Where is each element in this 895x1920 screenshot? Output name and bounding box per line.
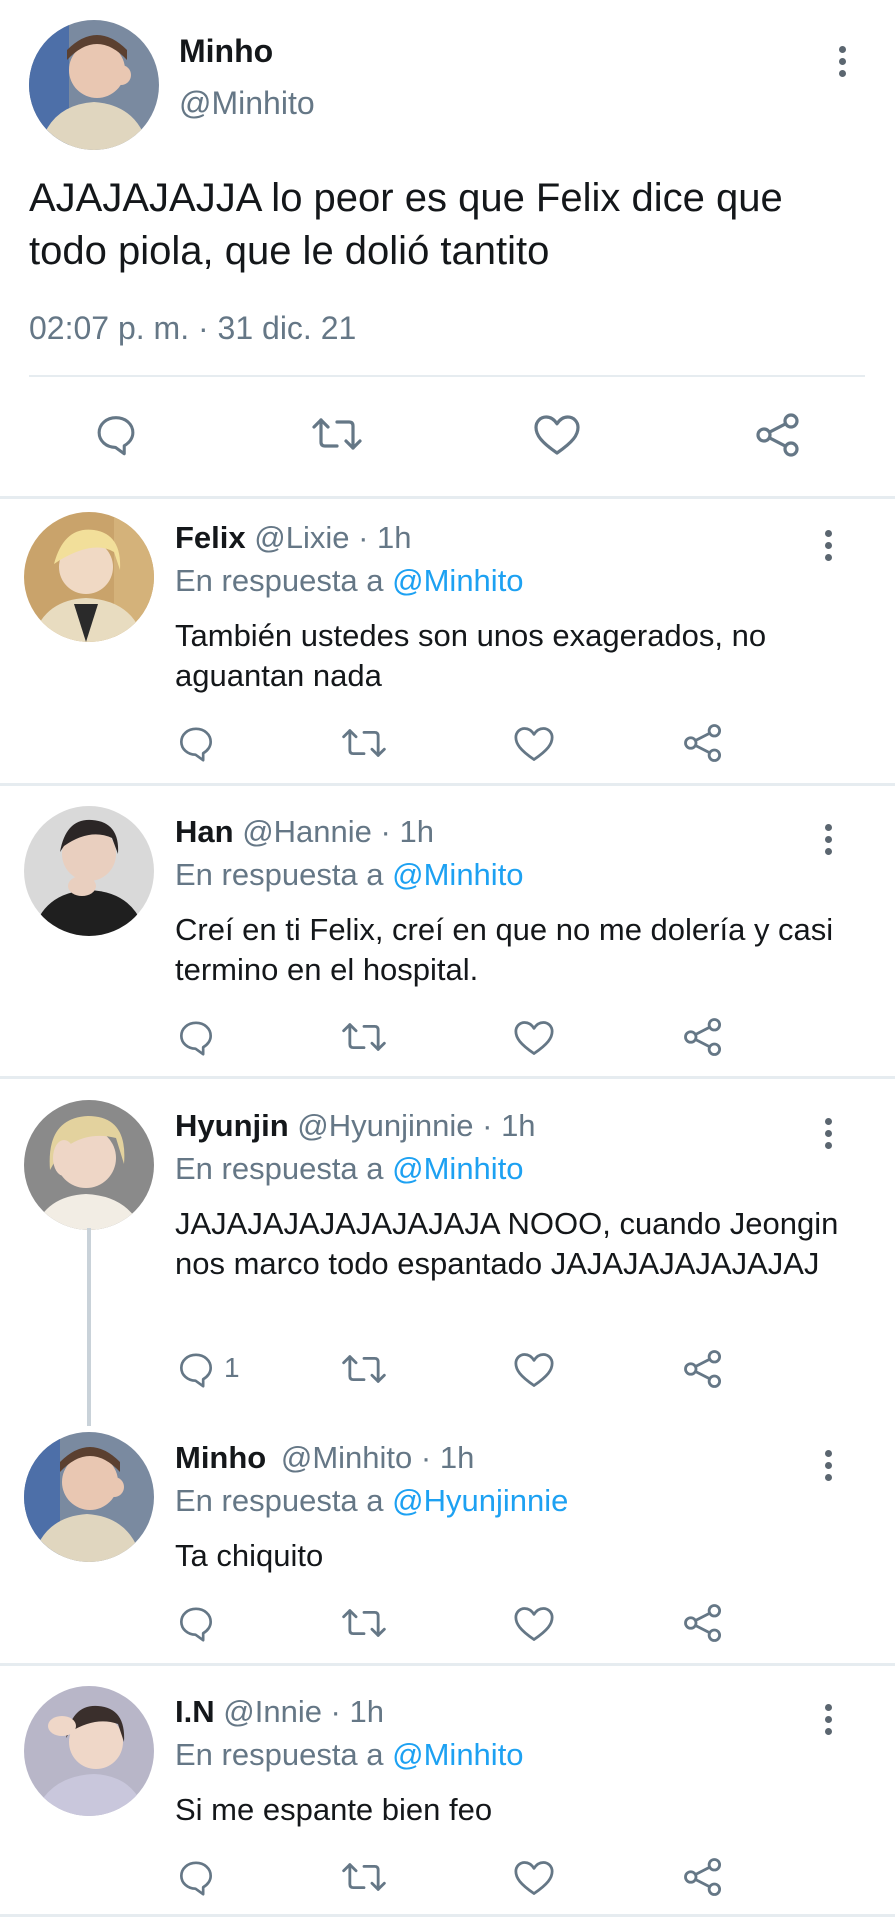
author-name[interactable]: Han [175,814,234,849]
author-handle[interactable]: @Innie · 1h [223,1694,384,1729]
reply-context: En respuesta a @Minhito [175,563,524,599]
share-icon[interactable] [682,722,724,764]
author-name[interactable]: Minho [175,1440,266,1475]
tweet-thread-page: Minho @Minhito AJAJAJAJJA lo peor es que… [0,0,895,1920]
tweet-timestamp: 02:07 p. m. · 31 dic. 21 [29,310,357,346]
author-handle[interactable]: @Minhito · 1h [281,1440,474,1475]
reply-context-label: En respuesta a [175,563,393,598]
like-icon[interactable] [513,1351,555,1389]
avatar[interactable] [24,806,154,936]
more-options-icon[interactable] [822,1450,834,1481]
like-icon[interactable] [513,1859,555,1897]
tweet-actions [0,405,895,465]
mention-link[interactable]: @Hyunjinnie [392,1483,568,1518]
reply-icon[interactable] [176,1603,216,1643]
main-tweet: Minho @Minhito AJAJAJAJJA lo peor es que… [0,0,895,497]
like-icon[interactable] [513,1019,555,1057]
more-options-icon[interactable] [822,530,834,561]
mention-link[interactable]: @Minhito [392,1737,523,1772]
reply-text: Ta chiquito [175,1538,324,1573]
reply-context-label: En respuesta a [175,1737,393,1772]
reply-text: Si me espante bien feo [175,1792,493,1827]
author-handle[interactable]: @Hannie · 1h [242,814,434,849]
share-icon[interactable] [754,411,802,459]
avatar[interactable] [24,512,154,642]
like-icon[interactable] [533,413,581,457]
divider [0,496,895,499]
share-icon[interactable] [682,1856,724,1898]
like-icon[interactable] [513,725,555,763]
author-name[interactable]: Minho [179,33,273,70]
author-name[interactable]: Felix [175,520,246,555]
like-icon[interactable] [513,1605,555,1643]
reply-context: En respuesta a @Hyunjinnie [175,1483,568,1519]
retweet-icon[interactable] [341,725,387,761]
more-options-icon[interactable] [836,46,848,77]
more-options-icon[interactable] [822,1704,834,1735]
reply-context: En respuesta a @Minhito [175,1737,524,1773]
reply-icon[interactable] [176,1017,216,1057]
mention-link[interactable]: @Minhito [392,1151,523,1186]
mention-link[interactable]: @Minhito [392,563,523,598]
divider [0,1914,895,1917]
share-icon[interactable] [682,1016,724,1058]
retweet-icon[interactable] [341,1351,387,1387]
thread-connector-line [87,1228,91,1426]
reply-text: JAJAJAJAJAJAJAJAJA NOOO, cuando Jeongin … [175,1206,839,1281]
reply-icon[interactable] [176,1857,216,1897]
retweet-icon[interactable] [311,413,363,455]
reply-context-label: En respuesta a [175,1483,393,1518]
avatar[interactable] [24,1100,154,1230]
reply-actions [0,1012,895,1062]
retweet-icon[interactable] [341,1605,387,1641]
author-handle[interactable]: @Lixie · 1h [254,520,411,555]
mention-link[interactable]: @Minhito [392,857,523,892]
retweet-icon[interactable] [341,1859,387,1895]
author-handle[interactable]: @Minhito [179,85,315,122]
reply-actions: 1 [0,1344,895,1394]
reply-context: En respuesta a @Minhito [175,1151,524,1187]
avatar[interactable] [24,1432,154,1562]
share-icon[interactable] [682,1348,724,1390]
reply-actions [0,718,895,768]
reply-context: En respuesta a @Minhito [175,857,524,893]
reply-actions [0,1852,895,1902]
author-name[interactable]: I.N [175,1694,215,1729]
reply-actions [0,1598,895,1648]
reply-text: También ustedes son unos exagerados, no … [175,618,767,693]
reply-text: Creí en ti Felix, creí en que no me dole… [175,912,834,987]
more-options-icon[interactable] [822,1118,834,1149]
divider [0,783,895,786]
divider [0,1663,895,1666]
avatar[interactable] [29,20,159,150]
divider [29,375,865,377]
author-name[interactable]: Hyunjin [175,1108,289,1143]
more-options-icon[interactable] [822,824,834,855]
tweet-text: AJAJAJAJJA lo peor es que Felix dice que… [29,176,783,273]
reply-icon[interactable] [176,723,216,763]
retweet-icon[interactable] [341,1019,387,1055]
divider [0,1076,895,1079]
reply-icon[interactable] [93,411,139,457]
author-handle[interactable]: @Hyunjinnie · 1h [297,1108,535,1143]
avatar[interactable] [24,1686,154,1816]
reply-count: 1 [224,1352,240,1383]
share-icon[interactable] [682,1602,724,1644]
reply-icon[interactable] [176,1349,216,1389]
reply-context-label: En respuesta a [175,1151,393,1186]
reply-context-label: En respuesta a [175,857,393,892]
